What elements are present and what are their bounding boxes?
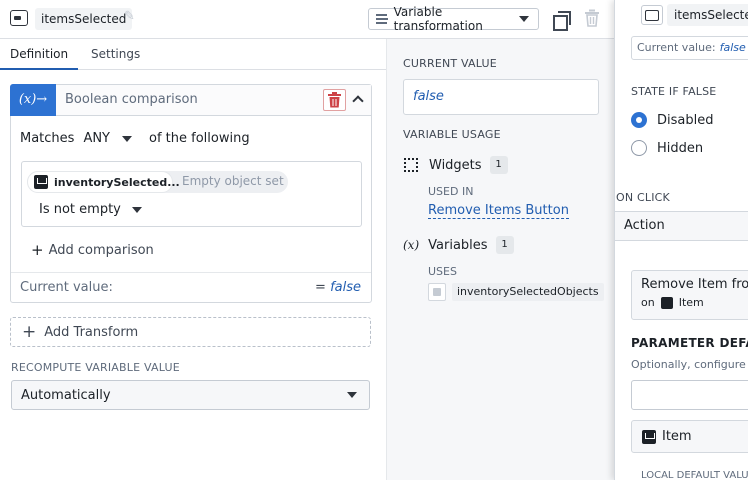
state-if-false-title: STATE IF FALSE bbox=[631, 85, 717, 98]
widgets-count-badge: 1 bbox=[489, 156, 508, 174]
variable-usage-title: VARIABLE USAGE bbox=[403, 128, 501, 141]
radio-hidden[interactable]: Hidden bbox=[631, 140, 703, 156]
radio-hidden-label: Hidden bbox=[657, 140, 704, 156]
action-on-label: on bbox=[641, 296, 655, 309]
trash-icon[interactable] bbox=[584, 9, 600, 27]
action-target: on Item bbox=[641, 296, 748, 309]
operator-dropdown[interactable]: Is not empty bbox=[39, 202, 142, 217]
matches-prefix: Matches bbox=[20, 131, 75, 146]
add-transform-button[interactable]: + Add Transform bbox=[10, 317, 371, 347]
duplicate-icon[interactable] bbox=[553, 11, 571, 31]
panel-current-value-label: Current value: bbox=[637, 41, 716, 54]
object-set-chip[interactable]: inventorySelected... bbox=[27, 171, 180, 193]
variable-icon bbox=[10, 10, 28, 26]
object-set-name: inventorySelected... bbox=[54, 175, 180, 189]
chevron-down-icon bbox=[131, 206, 142, 213]
uses-label: USES bbox=[428, 265, 457, 278]
boolean-card-title: Boolean comparison bbox=[65, 92, 198, 107]
match-mode-dropdown[interactable]: ANY bbox=[83, 131, 132, 146]
object-set-variable-icon bbox=[428, 283, 446, 301]
uses-variable-name: inventorySelectedObjects bbox=[452, 283, 604, 301]
add-comparison-button[interactable]: + Add comparison bbox=[31, 241, 154, 259]
chevron-up-icon[interactable] bbox=[352, 95, 364, 107]
cube-icon bbox=[34, 175, 48, 189]
parameter-defaults-title: PARAMETER DEFAUL bbox=[631, 336, 748, 350]
current-value-box: false bbox=[403, 79, 599, 115]
uses-variable-chip[interactable]: inventorySelectedObjects bbox=[428, 282, 604, 302]
current-value-label: Current value: bbox=[20, 280, 113, 295]
current-value-display: = false bbox=[315, 280, 361, 295]
matches-suffix: of the following bbox=[149, 131, 250, 146]
used-in-widget-link[interactable]: Remove Items Button bbox=[428, 203, 569, 219]
variables-usage-row: (x) Variables 1 bbox=[403, 236, 514, 254]
transform-type-label: Variable transformation bbox=[393, 5, 483, 33]
boolean-card-header: (x)→ Boolean comparison bbox=[10, 84, 371, 116]
chevron-down-icon bbox=[122, 135, 132, 142]
add-transform-label: Add Transform bbox=[44, 324, 139, 340]
on-click-title: ON CLICK bbox=[616, 191, 670, 204]
object-set-selector[interactable]: inventorySelected... Empty object set bbox=[27, 171, 288, 193]
editor-tabs: Definition Settings bbox=[0, 39, 386, 70]
widgets-label: Widgets bbox=[429, 157, 482, 173]
action-tab[interactable]: Action bbox=[615, 211, 748, 241]
widgets-usage-row: Widgets 1 bbox=[404, 156, 508, 174]
recompute-value: Automatically bbox=[21, 387, 111, 403]
comparison-row: inventorySelected... Empty object set Is… bbox=[21, 161, 362, 227]
variable-icon bbox=[641, 5, 663, 25]
list-icon bbox=[376, 14, 388, 24]
variables-count-badge: 1 bbox=[495, 236, 514, 254]
action-object-type: Item bbox=[678, 296, 704, 309]
panel-current-value: Current value: false bbox=[631, 36, 748, 60]
trash-icon bbox=[328, 92, 341, 108]
chevron-down-icon bbox=[519, 16, 529, 22]
action-card[interactable]: Remove Item from on Item bbox=[631, 270, 748, 320]
item-parameter-row[interactable]: Item bbox=[631, 420, 748, 453]
current-value: false bbox=[330, 280, 361, 295]
chevron-down-icon bbox=[347, 392, 357, 398]
tab-settings[interactable]: Settings bbox=[81, 39, 150, 70]
matches-row: Matches ANY of the following bbox=[20, 131, 250, 146]
widget-config-panel: itemsSelected Current value:false STATE … bbox=[614, 0, 748, 480]
equals-sign: = bbox=[315, 280, 326, 295]
parameter-defaults-description: Optionally, configure loc bbox=[631, 358, 748, 371]
selected-variable-name[interactable]: itemsSelected bbox=[667, 4, 748, 26]
plus-icon: + bbox=[31, 241, 44, 259]
recompute-label: RECOMPUTE VARIABLE VALUE bbox=[11, 361, 180, 374]
action-name: Remove Item from bbox=[641, 277, 748, 292]
delete-button[interactable] bbox=[323, 89, 346, 111]
variables-label: Variables bbox=[428, 237, 488, 253]
cube-icon bbox=[642, 429, 656, 444]
variable-name-field[interactable]: itemsSelected bbox=[35, 8, 133, 30]
tab-definition[interactable]: Definition bbox=[0, 39, 79, 70]
cube-icon bbox=[660, 296, 673, 309]
panel-current-value-text: false bbox=[719, 41, 746, 54]
transform-type-dropdown[interactable]: Variable transformation bbox=[368, 5, 539, 33]
add-comparison-label: Add comparison bbox=[48, 242, 154, 258]
widgets-icon bbox=[404, 158, 418, 172]
radio-selected-icon bbox=[631, 112, 647, 128]
item-parameter-label: Item bbox=[662, 429, 692, 444]
variable-function-icon: (x) bbox=[403, 238, 420, 252]
match-mode-value: ANY bbox=[83, 131, 110, 146]
current-value-row: Current value: = false bbox=[11, 272, 371, 303]
radio-disabled[interactable]: Disabled bbox=[631, 112, 713, 128]
operator-value: Is not empty bbox=[39, 202, 121, 217]
current-value-title: CURRENT VALUE bbox=[403, 57, 497, 70]
transform-function-icon: (x)→ bbox=[10, 84, 56, 116]
editor-header: itemsSelected ✎ Variable transformation bbox=[0, 0, 614, 39]
used-in-label: USED IN bbox=[428, 185, 474, 198]
recompute-select[interactable]: Automatically bbox=[11, 380, 370, 410]
local-default-label: LOCAL DEFAULT VALU bbox=[641, 470, 748, 480]
object-set-placeholder: Empty object set bbox=[182, 174, 284, 188]
pencil-icon[interactable]: ✎ bbox=[124, 9, 138, 25]
parameter-default-input[interactable] bbox=[631, 380, 748, 410]
radio-unselected-icon bbox=[631, 140, 647, 156]
radio-disabled-label: Disabled bbox=[657, 112, 714, 128]
boolean-comparison-card: (x)→ Boolean comparison Matches ANY of t… bbox=[10, 84, 372, 303]
plus-icon: + bbox=[22, 322, 37, 342]
